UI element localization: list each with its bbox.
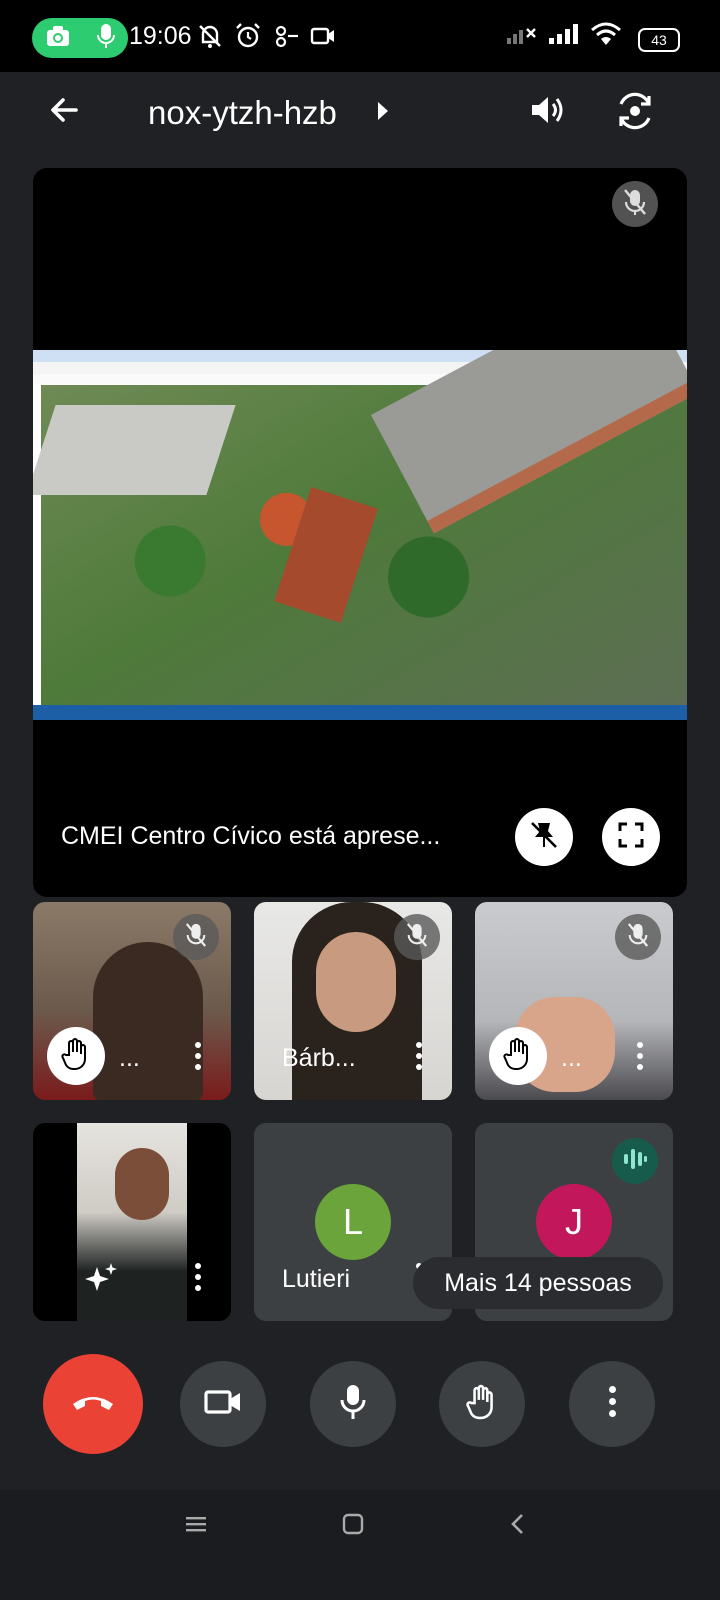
participant-name: Bárb...	[282, 1044, 356, 1072]
speaker-icon	[528, 97, 568, 134]
meeting-code: nox-ytzh-hzb	[148, 94, 337, 131]
battery-level: 43	[651, 32, 667, 48]
end-call-button[interactable]	[43, 1354, 143, 1454]
clock: 19:06	[129, 22, 192, 50]
video-camera-icon	[310, 24, 336, 53]
raise-hand-button[interactable]	[439, 1361, 525, 1447]
participant-tile[interactable]: ...	[475, 902, 673, 1100]
windows-taskbar	[33, 705, 687, 720]
presentation-tile[interactable]: CMEI Centro Cívico está aprese...	[33, 168, 687, 897]
participant-name: ...	[119, 1044, 140, 1072]
participant-face	[115, 1148, 169, 1220]
participant-tile[interactable]: ...	[33, 902, 231, 1100]
raised-hand-badge	[47, 1027, 105, 1085]
chevron-right-icon[interactable]	[376, 100, 390, 127]
recording-indicator	[32, 18, 128, 58]
participant-mic-off	[394, 914, 440, 960]
unpin-icon	[528, 819, 560, 856]
system-nav-bar	[0, 1490, 720, 1600]
participant-options-button[interactable]	[635, 1042, 645, 1072]
more-people-button[interactable]: Mais 14 pessoas	[413, 1257, 663, 1309]
meeting-title[interactable]: nox-ytzh-hzb	[148, 94, 337, 132]
participant-mic-off	[173, 914, 219, 960]
more-people-label: Mais 14 pessoas	[444, 1268, 632, 1297]
wifi-icon	[590, 22, 622, 51]
raised-hand-icon	[60, 1037, 92, 1076]
raised-hand-badge	[489, 1027, 547, 1085]
fullscreen-icon	[617, 821, 645, 854]
fullscreen-button[interactable]	[602, 808, 660, 866]
camera-icon	[203, 1387, 243, 1422]
raise-hand-icon	[465, 1383, 499, 1426]
participant-name: Lutieri	[282, 1265, 351, 1293]
self-view-tile[interactable]	[33, 1123, 231, 1321]
speaker-button[interactable]	[528, 90, 568, 135]
status-bar: 19:06 43	[0, 0, 720, 72]
participant-video	[93, 942, 203, 1100]
self-options-button[interactable]	[193, 1263, 203, 1293]
data-saver-icon	[272, 22, 300, 55]
building	[33, 405, 236, 495]
alarm-icon	[234, 22, 262, 55]
participant-mic-off	[615, 914, 661, 960]
microphone-toggle-button[interactable]	[310, 1361, 396, 1447]
recent-apps-button[interactable]	[184, 1514, 208, 1539]
effects-button[interactable]	[83, 1261, 119, 1302]
audio-wave-icon	[622, 1148, 648, 1175]
mic-recording-icon	[96, 23, 115, 54]
signal-icon	[548, 23, 580, 50]
camera-recording-icon	[46, 25, 70, 52]
participant-avatar: J	[536, 1184, 612, 1260]
shared-screen	[33, 350, 687, 720]
home-square-icon	[341, 1513, 365, 1540]
speaking-indicator	[612, 1138, 658, 1184]
more-options-icon	[608, 1386, 616, 1422]
back-arrow-icon	[46, 98, 82, 132]
aerial-photo	[33, 350, 687, 705]
mic-off-icon	[622, 187, 648, 222]
participant-tile[interactable]: Bárb...	[254, 902, 452, 1100]
menu-icon	[184, 1517, 208, 1538]
sparkle-icon	[83, 1263, 119, 1301]
battery-icon: 43	[638, 28, 680, 52]
bell-off-icon	[196, 22, 224, 55]
back-nav-button[interactable]	[508, 1512, 528, 1541]
back-chevron-icon	[508, 1514, 528, 1540]
raised-hand-icon	[502, 1037, 534, 1076]
presentation-mic-off	[612, 181, 658, 227]
mic-off-icon	[626, 921, 650, 954]
building	[274, 487, 378, 623]
unpin-button[interactable]	[515, 808, 573, 866]
presenter-label: CMEI Centro Cívico está aprese...	[61, 822, 441, 850]
participant-options-button[interactable]	[193, 1042, 203, 1072]
switch-camera-icon	[614, 92, 656, 136]
back-button[interactable]	[46, 92, 86, 132]
participant-face	[316, 932, 396, 1032]
mic-off-icon	[184, 921, 208, 954]
more-options-button[interactable]	[569, 1361, 655, 1447]
participant-avatar: L	[315, 1184, 391, 1260]
microphone-icon	[338, 1383, 368, 1426]
camera-toggle-button[interactable]	[180, 1361, 266, 1447]
participant-name: ...	[561, 1044, 582, 1072]
end-call-icon	[70, 1390, 116, 1419]
signal-off-icon	[506, 23, 538, 50]
participant-options-button[interactable]	[414, 1042, 424, 1072]
mic-off-icon	[405, 921, 429, 954]
home-button[interactable]	[341, 1512, 365, 1541]
switch-camera-button[interactable]	[614, 90, 656, 137]
